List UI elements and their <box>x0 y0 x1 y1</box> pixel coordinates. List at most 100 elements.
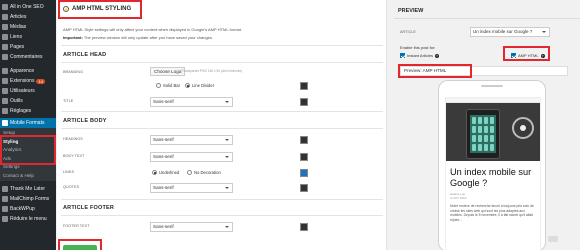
sidebar-item-6[interactable]: Apparence <box>0 66 56 76</box>
intro-text: AMP HTML Style settings will only affect… <box>63 27 242 32</box>
headings-label: HEADINGS <box>63 137 83 141</box>
preview-mode-bar: Preview: AMP HTML <box>400 66 568 76</box>
sidebar-bottom-item-1[interactable]: MailChimp Forms <box>0 194 56 204</box>
section-article-body: ARTICLE BODY <box>63 118 107 124</box>
preview-panel: PREVIEW ARTICLE Un index mobile sur Goog… <box>390 0 580 250</box>
submenu-contact-help[interactable]: Contact & Help <box>0 172 56 181</box>
branding-label: BRANDING <box>63 70 84 74</box>
title-font-select[interactable]: Sans-serif <box>150 97 233 107</box>
body-text-font-select[interactable]: Sans-serif <box>150 152 233 162</box>
headings-font-select[interactable]: Sans-serif <box>150 135 233 145</box>
sidebar-item-5[interactable]: Commentaires <box>0 52 56 62</box>
links-label: LINKS <box>63 170 74 174</box>
wrench-icon <box>2 98 8 104</box>
amp-bolt-icon: ⚡ <box>63 6 69 12</box>
sidebar-item-label: Extensions <box>10 78 35 84</box>
save-button[interactable] <box>63 245 97 250</box>
headings-row: HEADINGS Sans-serif <box>63 134 383 146</box>
sidebar-item-mobile-formats[interactable]: Mobile Formats <box>0 118 56 128</box>
line-divider-option[interactable]: Line Divider <box>185 83 214 88</box>
headings-color-swatch[interactable] <box>300 136 308 144</box>
help-icon[interactable]: ? <box>540 53 545 58</box>
body-text-color-swatch[interactable] <box>300 153 308 161</box>
submenu-ads[interactable]: Ads <box>0 155 56 164</box>
sidebar-item-label: Commentaires <box>10 54 43 60</box>
sidebar-item-label: Réglages <box>10 108 32 114</box>
sidebar-bottom-item-0[interactable]: Thank Me Later <box>0 184 56 194</box>
sidebar-item-label: Liens <box>10 34 22 40</box>
sidebar-item-label: Mobile Formats <box>10 120 45 126</box>
smartphone-illustration <box>466 109 500 159</box>
solid-bar-option[interactable]: Solid Bar <box>156 83 180 88</box>
instant-articles-checkbox[interactable] <box>400 53 405 58</box>
sidebar-item-label: All in One SEO <box>10 4 44 10</box>
sidebar-item-label: MailChimp Forms <box>10 196 50 202</box>
sidebar-bottom-item-2[interactable]: BackWPup <box>0 204 56 214</box>
sidebar-item-label: Thank Me Later <box>10 186 46 192</box>
footer-text-color-swatch[interactable] <box>300 223 308 231</box>
mobile-icon <box>2 120 8 126</box>
divider <box>61 128 383 129</box>
sidebar-item-1[interactable]: Articles <box>0 12 56 22</box>
title-color-swatch[interactable] <box>300 98 308 106</box>
article-select[interactable]: Un index mobile sur Google ? <box>470 27 550 37</box>
quotes-font-select[interactable]: Sans-serif <box>150 183 233 193</box>
instant-articles-option[interactable]: Instant Articles ? <box>400 53 440 58</box>
submenu-analytics[interactable]: Analytics <box>0 146 56 155</box>
sidebar-bottom-item-3[interactable]: Réduire le menu <box>0 214 56 224</box>
bar-style-row: Solid Bar Line Divider <box>63 80 383 92</box>
phone-screen: Un index mobile sur Google ? Hélène Lau … <box>445 97 541 250</box>
divider <box>394 18 580 19</box>
section-article-head: ARTICLE HEAD <box>63 52 107 58</box>
mail-icon <box>2 196 8 202</box>
footer-text-label: FOOTER TEXT <box>63 224 90 228</box>
links-color-swatch[interactable] <box>300 169 308 177</box>
divider <box>61 111 383 112</box>
sidebar-item-3[interactable]: Liens <box>0 32 56 42</box>
bar-color-swatch[interactable] <box>300 82 308 90</box>
amp-html-option[interactable]: AMP HTML ? <box>511 53 545 58</box>
underlined-option[interactable]: Underlined <box>152 170 179 175</box>
title-row: TITLE Sans-serif <box>63 96 383 108</box>
solid-bar-radio[interactable] <box>156 83 161 88</box>
help-icon[interactable]: ? <box>435 53 440 58</box>
collapse-icon <box>2 216 8 222</box>
quotes-color-swatch[interactable] <box>300 184 308 192</box>
comment-icon <box>2 54 8 60</box>
users-icon <box>2 88 8 94</box>
sidebar-item-label: Articles <box>10 14 27 20</box>
sidebar-item-4[interactable]: Pages <box>0 42 56 52</box>
submenu-styling[interactable]: Styling <box>0 138 56 147</box>
branding-row: BRANDING Choose Logo (Transparent PNG 16… <box>63 67 383 79</box>
panel-title: ⚡ AMP HTML STYLING <box>63 6 132 12</box>
sidebar-item-2[interactable]: Médias <box>0 22 56 32</box>
article-title: Un index mobile sur Google ? <box>450 167 532 188</box>
submenu-setup[interactable]: Setup <box>0 129 56 138</box>
line-divider-radio[interactable] <box>185 83 190 88</box>
settings-icon <box>2 108 8 114</box>
submenu-settings[interactable]: Settings <box>0 163 56 172</box>
sidebar-item-9[interactable]: Outils <box>0 96 56 106</box>
sidebar-item-0[interactable]: All in One SEO <box>0 2 56 12</box>
no-decoration-option[interactable]: No Decoration <box>187 170 221 175</box>
admin-sidebar: All in One SEO Articles Médias Liens Pages Co… <box>0 0 56 250</box>
sidebar-item-7[interactable]: Extensions 14 <box>0 76 56 86</box>
sidebar-item-label: Outils <box>10 98 23 104</box>
seo-icon <box>2 4 8 10</box>
links-row: LINKS Underlined No Decoration <box>63 167 383 179</box>
quotes-row: QUOTES Sans-serif <box>63 182 383 194</box>
no-decoration-radio[interactable] <box>187 170 192 175</box>
enable-post-label: Enable this post for: <box>400 45 436 50</box>
sidebar-item-8[interactable]: Utilisateurs <box>0 86 56 96</box>
article-excerpt: Notre moteur de recherche favori a toujo… <box>450 204 534 222</box>
sidebar-item-10[interactable]: Réglages <box>0 106 56 116</box>
footer-text-font-select[interactable]: Sans-serif <box>150 222 233 232</box>
body-text-row: BODY TEXT Sans-serif <box>63 151 383 163</box>
preview-scrollbar[interactable] <box>548 236 558 242</box>
amp-html-checkbox[interactable] <box>511 53 516 58</box>
phone-speaker <box>481 85 503 87</box>
important-note: Important: The preview window will only … <box>63 35 214 40</box>
title-label: TITLE <box>63 99 74 103</box>
underlined-radio[interactable] <box>152 170 157 175</box>
sidebar-item-label: BackWPup <box>10 206 35 212</box>
